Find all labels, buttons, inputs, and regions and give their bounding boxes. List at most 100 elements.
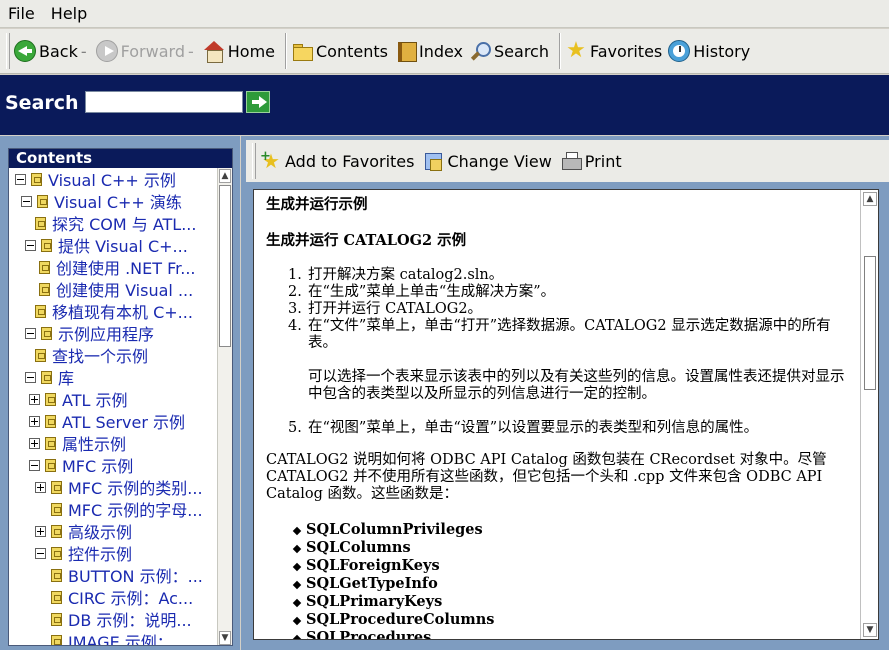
tree-item[interactable]: BUTTON 示例：...: [51, 564, 203, 586]
collapse-icon[interactable]: [35, 547, 46, 559]
step-text: 在“生成”菜单上单击“生成解决方案”。: [308, 284, 556, 300]
home-button[interactable]: Home: [203, 40, 275, 63]
tree-item[interactable]: MFC 示例的类别...: [35, 476, 203, 498]
tree-item[interactable]: 控件示例: [35, 542, 132, 564]
collapse-icon[interactable]: [25, 239, 36, 251]
tree-item[interactable]: 示例应用程序: [25, 322, 154, 344]
function-item: SQLProcedures: [294, 629, 854, 639]
tree-item-label: 移植现有本机 C+...: [52, 303, 193, 322]
collapse-icon[interactable]: [25, 371, 36, 383]
document-scrollbar[interactable]: ▲ ▼: [860, 190, 878, 639]
printer-icon: [560, 150, 582, 172]
step-number: 5.: [288, 420, 302, 436]
expand-icon[interactable]: [35, 481, 46, 493]
function-item: SQLProcedureColumns: [294, 611, 854, 629]
tree-item-label: 创建使用 .NET Fr...: [56, 259, 196, 278]
tree-item[interactable]: 属性示例: [29, 432, 126, 454]
menu-help[interactable]: Help: [51, 4, 87, 23]
contents-label: Contents: [316, 41, 388, 61]
step-number: 2.: [288, 284, 302, 300]
scroll-up-icon[interactable]: ▲: [219, 169, 231, 183]
back-dropdown-separator: -: [80, 41, 87, 61]
scroll-up-icon[interactable]: ▲: [863, 192, 877, 206]
expand-icon[interactable]: [29, 393, 40, 405]
scroll-down-icon[interactable]: ▼: [863, 623, 877, 637]
tree-item[interactable]: 高级示例: [35, 520, 132, 542]
index-button[interactable]: Index: [394, 40, 463, 62]
search-input[interactable]: [84, 91, 243, 113]
tree-item[interactable]: 查找一个示例: [35, 344, 148, 366]
contents-scrollbar[interactable]: ▲ ▼: [217, 168, 232, 645]
toolbar-grip[interactable]: [6, 33, 10, 69]
tree-item-label: 高级示例: [68, 523, 133, 542]
book-icon: [51, 502, 62, 516]
expand-icon[interactable]: [29, 415, 40, 427]
book-icon: [45, 436, 56, 450]
step-number: 4.: [288, 318, 302, 334]
collapse-icon[interactable]: [21, 195, 32, 207]
back-button[interactable]: Back -: [14, 40, 90, 62]
tree-item[interactable]: MFC 示例的字母...: [51, 498, 203, 520]
step-item: 2. 在“生成”菜单上单击“生成解决方案”。: [288, 284, 854, 301]
tree-item[interactable]: ATL 示例: [29, 388, 127, 410]
book-icon: [45, 458, 56, 472]
tree-item[interactable]: 创建使用 .NET Fr...: [39, 256, 196, 278]
change-view-button[interactable]: Change View: [422, 150, 552, 172]
expand-icon[interactable]: [35, 525, 46, 537]
tree-item-label: MFC 示例的字母...: [68, 501, 203, 520]
tree-item[interactable]: 创建使用 Visual ...: [39, 278, 193, 300]
contents-button[interactable]: Contents: [291, 40, 388, 62]
collapse-icon[interactable]: [25, 327, 36, 339]
search-button[interactable]: Search: [469, 40, 549, 62]
collapse-icon[interactable]: [15, 173, 26, 185]
tree-item-label: 控件示例: [68, 545, 133, 564]
toolbar-grip[interactable]: [252, 143, 256, 179]
tree-item-label: ATL 示例: [62, 391, 128, 410]
tree-item[interactable]: Visual C++ 演练: [21, 190, 182, 212]
expand-icon[interactable]: [29, 437, 40, 449]
tree-item-label: CIRC 示例：Ac...: [68, 589, 194, 608]
add-favorite-icon: ★: [260, 146, 282, 172]
book-icon: [35, 348, 46, 362]
function-item: SQLColumns: [294, 539, 854, 557]
step-text: 在“视图”菜单上，单击“设置”以设置要显示的表类型和列信息的属性。: [308, 420, 759, 436]
menu-file[interactable]: File: [8, 4, 35, 23]
tree-item[interactable]: ATL Server 示例: [29, 410, 185, 432]
tree-item[interactable]: CIRC 示例：Ac...: [51, 586, 193, 608]
tree-item[interactable]: IMAGE 示例：...: [51, 630, 189, 646]
collapse-icon[interactable]: [29, 459, 40, 471]
book-icon: [51, 524, 62, 538]
add-to-favorites-button[interactable]: ★ Add to Favorites: [260, 146, 414, 172]
document-subheading: 生成并运行 CATALOG2 示例: [266, 232, 467, 249]
tree-item[interactable]: 移植现有本机 C+...: [35, 300, 193, 322]
forward-arrow-icon: [95, 40, 118, 62]
tree-item[interactable]: MFC 示例: [29, 454, 133, 476]
folder-icon: [291, 40, 313, 62]
tree-item-label: 查找一个示例: [52, 347, 149, 366]
tree-item[interactable]: 探究 COM 与 ATL...: [35, 212, 196, 234]
tree-item[interactable]: 提供 Visual C+...: [25, 234, 188, 256]
tree-item-label: MFC 示例: [62, 457, 134, 476]
scroll-thumb[interactable]: [219, 185, 231, 347]
book-icon: [45, 414, 56, 428]
functions-list: SQLColumnPrivileges SQLColumns SQLForeignK…: [266, 521, 854, 639]
scroll-down-icon[interactable]: ▼: [219, 631, 231, 645]
search-bar: Search: [0, 75, 889, 135]
tree-item-label: 库: [58, 369, 75, 388]
go-arrow-icon[interactable]: [245, 91, 270, 113]
scroll-thumb[interactable]: [864, 256, 876, 390]
home-icon: [203, 40, 225, 63]
tree-item[interactable]: 库: [25, 366, 74, 388]
function-item: SQLPrimaryKeys: [294, 593, 854, 611]
search-bar-label: Search: [5, 92, 79, 114]
tree-item[interactable]: DB 示例：说明...: [51, 608, 192, 630]
step-item: 1. 打开解决方案 catalog2.sln。: [288, 267, 854, 284]
favorites-button[interactable]: ★ Favorites: [565, 40, 662, 62]
book-icon: [35, 304, 46, 318]
forward-button[interactable]: Forward -: [95, 40, 197, 62]
step-item: 3. 打开并运行 CATALOG2。: [288, 301, 854, 318]
tree-item-label: IMAGE 示例：...: [68, 633, 189, 646]
print-button[interactable]: Print: [560, 150, 622, 172]
tree-item[interactable]: Visual C++ 示例: [15, 168, 176, 190]
history-button[interactable]: History: [668, 40, 750, 62]
